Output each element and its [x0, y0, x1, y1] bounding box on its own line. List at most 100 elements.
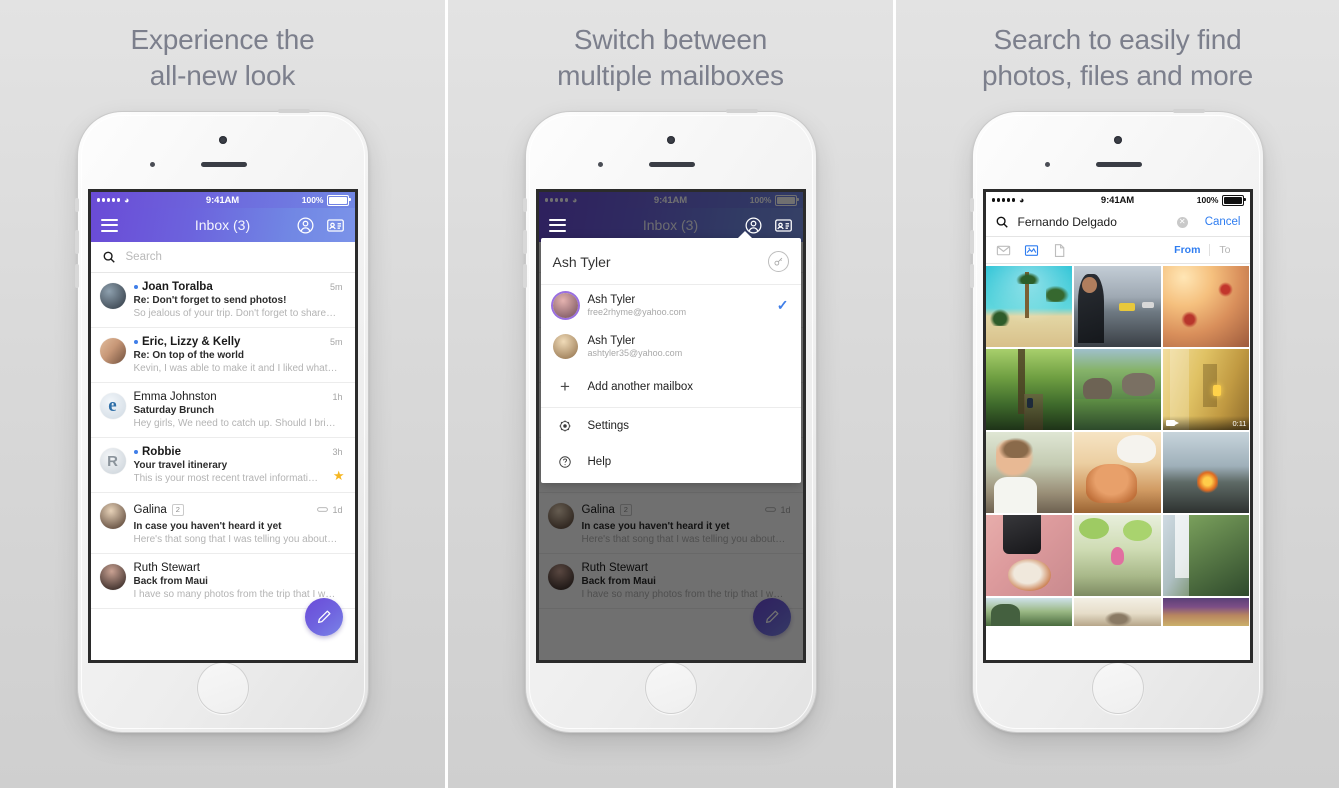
- status-time: 9:41AM: [1100, 194, 1135, 206]
- table-row[interactable]: Galina 2 1d: [90, 493, 355, 554]
- list-item[interactable]: [1074, 266, 1161, 347]
- power-button[interactable]: [277, 109, 310, 113]
- attachment-icon: [317, 501, 329, 519]
- inbox-search-bar[interactable]: Search: [90, 242, 355, 273]
- list-item[interactable]: [1074, 432, 1161, 513]
- email-content: Eric, Lizzy & Kelly 5m Re: On top of the…: [133, 336, 345, 374]
- table-row[interactable]: R Robbie 3h Your travel itinerary: [90, 438, 355, 493]
- documents-filter-icon[interactable]: [1052, 243, 1067, 258]
- hamburger-menu-icon[interactable]: [100, 218, 118, 232]
- list-item[interactable]: [1162, 432, 1250, 513]
- account-circle-icon[interactable]: [296, 216, 315, 235]
- list-item[interactable]: [985, 432, 1073, 513]
- iphone-device-1: ◕ 9:41AM 100% Inbox (3) Search Joan Tora…: [74, 109, 368, 732]
- list-item[interactable]: [1162, 515, 1250, 596]
- volume-up-button[interactable]: [74, 230, 79, 254]
- panel-search: Search to easily find photos, files and …: [893, 0, 1339, 788]
- iphone-device-2: ◕ 9:41AM 100% Inbox (3): [522, 109, 816, 732]
- email-time: 1d: [332, 505, 343, 515]
- home-button[interactable]: [1091, 662, 1144, 714]
- avatar: [99, 503, 126, 529]
- star-icon[interactable]: ★: [333, 468, 345, 484]
- mail-filter-icon[interactable]: [996, 243, 1011, 258]
- photos-filter-icon[interactable]: [1024, 243, 1039, 258]
- power-button[interactable]: [1172, 109, 1205, 113]
- battery-icon: [326, 194, 351, 206]
- cancel-button[interactable]: Cancel: [1205, 216, 1241, 228]
- email-time: 3h: [332, 447, 343, 457]
- list-item[interactable]: [985, 598, 1073, 626]
- silent-switch[interactable]: [522, 198, 527, 212]
- list-item[interactable]: Ash Tyler ashtyler35@yahoo.com: [541, 326, 801, 369]
- list-item[interactable]: Ash Tyler free2rhyme@yahoo.com ✓: [541, 285, 801, 326]
- phone-screen-search: ◕ 9:41AM 100% Fernando Delgado ✕ Cancel …: [985, 192, 1250, 660]
- compose-pencil-icon[interactable]: [304, 598, 343, 636]
- front-camera: [666, 136, 675, 144]
- list-item[interactable]: [1074, 349, 1161, 430]
- add-mailbox-button[interactable]: + Add another mailbox: [540, 369, 801, 408]
- email-subject: Re: Don't forget to send photos!: [133, 295, 287, 306]
- email-top-line: Eric, Lizzy & Kelly 5m: [133, 336, 343, 348]
- power-button[interactable]: [725, 109, 758, 113]
- account-circle-icon[interactable]: [744, 216, 763, 235]
- search-input[interactable]: Fernando Delgado ✕ Cancel: [985, 208, 1250, 237]
- contact-card-icon[interactable]: [774, 216, 793, 235]
- hamburger-menu-icon[interactable]: [548, 218, 566, 232]
- menu-label: Settings: [587, 420, 630, 432]
- clear-circle-icon[interactable]: ✕: [1176, 216, 1188, 228]
- header-actions: [744, 216, 793, 235]
- menu-item-settings[interactable]: Settings: [541, 408, 801, 444]
- email-content: Emma Johnston 1h Saturday Brunch Hey gir…: [134, 391, 345, 429]
- key-icon[interactable]: [767, 251, 789, 272]
- phone-screen-mailbox: ◕ 9:41AM 100% Inbox (3): [538, 192, 803, 660]
- menu-item-help[interactable]: Help: [541, 444, 801, 483]
- list-item[interactable]: [985, 515, 1073, 596]
- photo-thumbnail: [1162, 598, 1250, 626]
- account-name: Ash Tyler: [587, 335, 636, 347]
- tab-to[interactable]: To: [1209, 244, 1239, 256]
- home-button[interactable]: [196, 662, 249, 714]
- volume-down-button[interactable]: [74, 264, 79, 288]
- list-item[interactable]: [1074, 598, 1161, 626]
- avatar-initial: R: [107, 452, 118, 470]
- contact-card-icon[interactable]: [326, 216, 345, 235]
- email-time: 5m: [329, 337, 343, 347]
- list-item[interactable]: [985, 349, 1073, 430]
- front-camera: [218, 136, 227, 144]
- volume-down-button[interactable]: [969, 264, 974, 288]
- email-preview: Kevin, I was able to make it and I liked…: [133, 363, 338, 374]
- list-item[interactable]: [1162, 598, 1250, 626]
- table-row[interactable]: Eric, Lizzy & Kelly 5m Re: On top of the…: [90, 328, 355, 383]
- status-time: 9:41AM: [205, 194, 240, 206]
- table-row[interactable]: e Emma Johnston 1h Saturday Brunch Hey g…: [90, 383, 355, 438]
- silent-switch[interactable]: [969, 198, 974, 212]
- email-sender: Galina: [133, 504, 167, 516]
- volume-up-button[interactable]: [522, 230, 527, 254]
- email-sender: Eric, Lizzy & Kelly: [142, 336, 241, 348]
- account-text: Ash Tyler ashtyler35@yahoo.com: [588, 335, 683, 358]
- photo-thumbnail: [1074, 598, 1161, 626]
- email-meta: 1d: [317, 501, 343, 519]
- volume-down-button[interactable]: [522, 264, 527, 288]
- silent-switch[interactable]: [74, 198, 79, 212]
- list-item[interactable]: [1074, 515, 1161, 596]
- photo-thumbnail: [1074, 515, 1161, 596]
- earpiece-speaker: [1095, 162, 1142, 167]
- battery-icon: [1221, 194, 1246, 206]
- table-row[interactable]: Joan Toralba 5m Re: Don't forget to send…: [90, 273, 355, 328]
- unread-dot: [133, 339, 138, 345]
- front-camera: [1113, 136, 1122, 144]
- avatar: R: [99, 448, 126, 474]
- photo-thumbnail: [1162, 266, 1250, 347]
- tab-from[interactable]: From: [1165, 244, 1209, 256]
- list-item[interactable]: [985, 266, 1073, 347]
- email-preview: I have so many photos from the trip that…: [133, 589, 336, 600]
- avatar: [552, 334, 578, 359]
- list-item[interactable]: [1162, 266, 1250, 347]
- video-badge: 0:11: [1162, 416, 1250, 430]
- unread-dot: [133, 449, 138, 455]
- search-filter-bar: From To: [985, 237, 1250, 264]
- list-item[interactable]: 0:11: [1162, 349, 1250, 430]
- volume-up-button[interactable]: [969, 230, 974, 254]
- home-button[interactable]: [644, 662, 697, 714]
